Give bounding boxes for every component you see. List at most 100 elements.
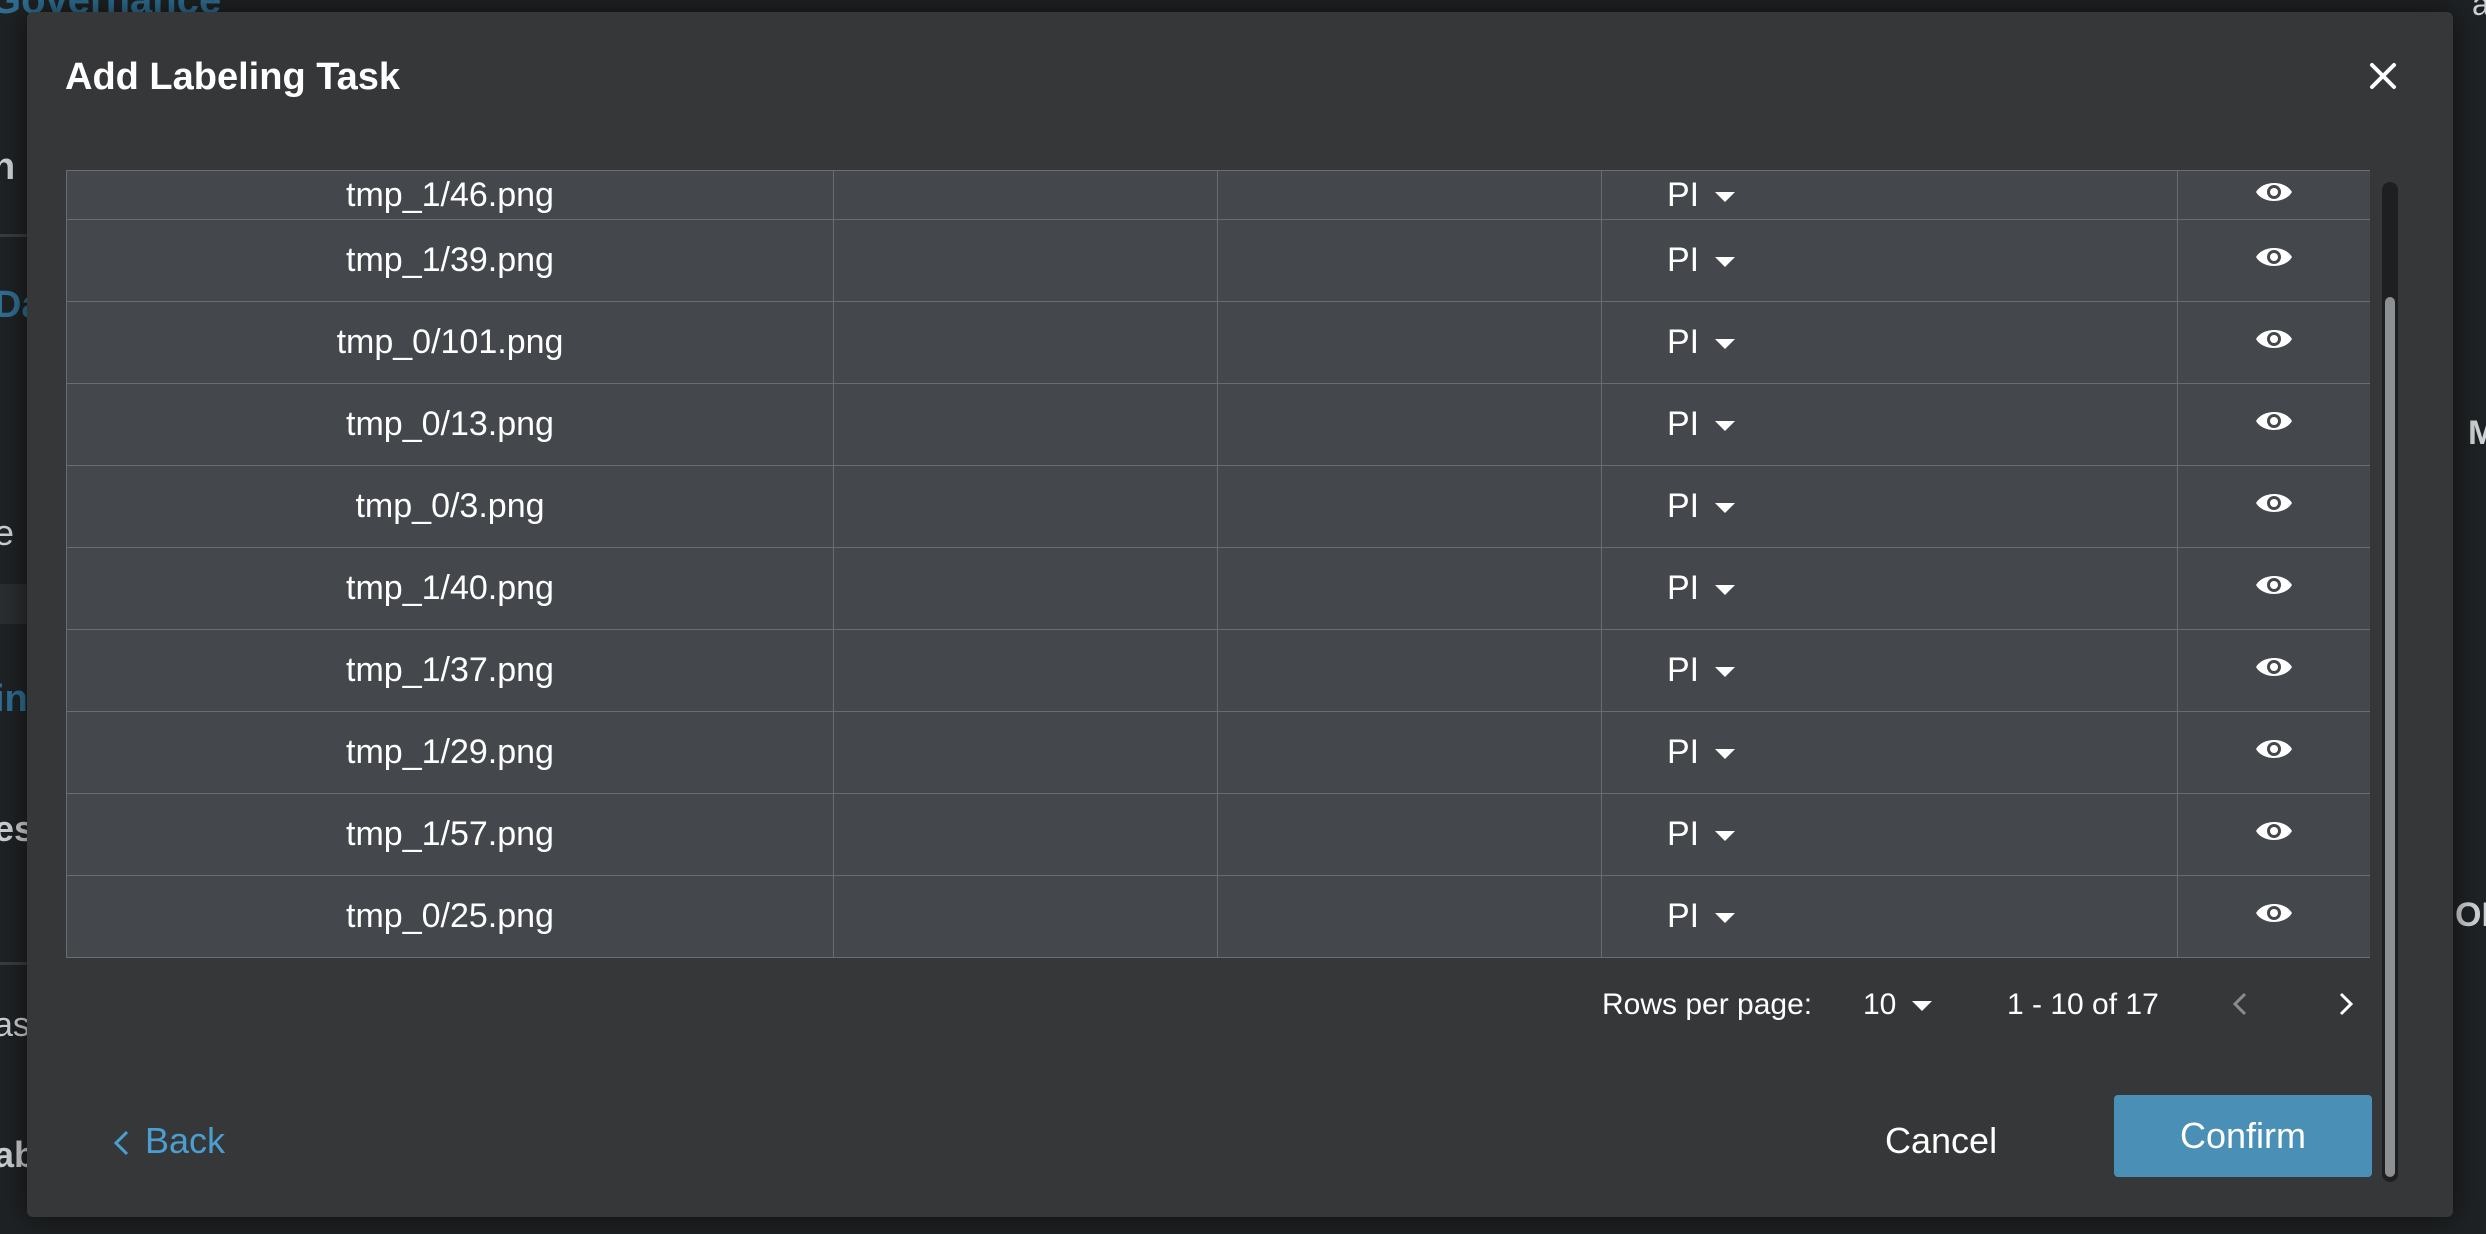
empty-cell: [1217, 219, 1602, 302]
eye-icon: [2256, 576, 2292, 594]
confirm-button[interactable]: Confirm: [2114, 1095, 2372, 1177]
caret-down-icon: [1715, 585, 1736, 596]
label-select[interactable]: PI: [1601, 465, 2178, 548]
background-fragment: alte: [2472, 0, 2486, 22]
file-name-cell: tmp_1/37.png: [66, 629, 834, 712]
label-value: PI: [1667, 175, 1700, 214]
background-fragment: OM: [2455, 896, 2486, 934]
empty-cell: [833, 383, 1218, 466]
file-name-cell: tmp_0/13.png: [66, 383, 834, 466]
close-button[interactable]: [2355, 48, 2411, 104]
table-row: tmp_1/46.png PI: [66, 170, 2370, 220]
preview-button[interactable]: [2177, 793, 2370, 876]
label-value: PI: [1667, 487, 1700, 525]
next-page-button[interactable]: [2333, 986, 2357, 1030]
empty-cell: [833, 219, 1218, 302]
label-value: PI: [1667, 897, 1700, 935]
cancel-button[interactable]: Cancel: [1885, 1120, 1997, 1162]
preview-button[interactable]: [2177, 547, 2370, 630]
eye-icon: [2256, 412, 2292, 430]
empty-cell: [1217, 383, 1602, 466]
preview-button[interactable]: [2177, 301, 2370, 384]
background-fragment: in: [0, 678, 28, 720]
preview-button[interactable]: [2177, 170, 2370, 220]
empty-cell: [1217, 711, 1602, 794]
files-table: tmp_1/46.png PI tmp_1/39.png PI tmp_0/10…: [66, 170, 2370, 970]
back-label: Back: [145, 1120, 226, 1161]
table-row: tmp_1/29.png PI: [66, 711, 2370, 794]
empty-cell: [1217, 629, 1602, 712]
file-name-cell: tmp_0/3.png: [66, 465, 834, 548]
label-value: PI: [1667, 733, 1700, 771]
file-name-cell: tmp_1/39.png: [66, 219, 834, 302]
background-fragment: M: [2468, 414, 2486, 452]
caret-down-icon: [1912, 1001, 1933, 1012]
caret-down-icon: [1715, 191, 1736, 202]
caret-down-icon: [1715, 749, 1736, 760]
rows-per-page-select[interactable]: 10: [1863, 988, 1933, 1022]
eye-icon: [2256, 658, 2292, 676]
caret-down-icon: [1715, 913, 1736, 924]
preview-button[interactable]: [2177, 465, 2370, 548]
empty-cell: [1217, 170, 1602, 220]
preview-button[interactable]: [2177, 629, 2370, 712]
empty-cell: [833, 711, 1218, 794]
preview-button[interactable]: [2177, 875, 2370, 958]
table-row: tmp_0/25.png PI: [66, 875, 2370, 958]
preview-button[interactable]: [2177, 219, 2370, 302]
empty-cell: [833, 465, 1218, 548]
previous-page-button[interactable]: [2229, 986, 2253, 1030]
chevron-left-icon: [113, 1131, 129, 1156]
label-select[interactable]: PI: [1601, 629, 2178, 712]
table-row: tmp_1/37.png PI: [66, 629, 2370, 712]
chevron-right-icon: [2339, 992, 2354, 1016]
eye-icon: [2256, 248, 2292, 266]
back-button[interactable]: Back: [111, 1120, 225, 1162]
label-select[interactable]: PI: [1601, 547, 2178, 630]
background-fragment: n: [0, 146, 16, 188]
label-select[interactable]: PI: [1601, 219, 2178, 302]
add-labeling-task-dialog: Add Labeling Task tmp_1/46.png PI tmp_1/: [27, 12, 2453, 1217]
caret-down-icon: [1715, 667, 1736, 678]
empty-cell: [1217, 793, 1602, 876]
empty-cell: [1217, 875, 1602, 958]
page-range: 1 - 10 of 17: [2007, 988, 2159, 1021]
empty-cell: [1217, 301, 1602, 384]
background-fragment: as: [0, 1006, 30, 1044]
rows-per-page-value: 10: [1863, 988, 1897, 1021]
preview-button[interactable]: [2177, 711, 2370, 794]
table-row: tmp_0/13.png PI: [66, 383, 2370, 466]
empty-cell: [1217, 547, 1602, 630]
close-icon: [2370, 63, 2396, 89]
caret-down-icon: [1715, 421, 1736, 432]
rows-per-page-label: Rows per page:: [1602, 988, 1813, 1021]
label-value: PI: [1667, 241, 1700, 279]
eye-icon: [2256, 904, 2292, 922]
eye-icon: [2256, 740, 2292, 758]
empty-cell: [833, 170, 1218, 220]
label-select[interactable]: PI: [1601, 875, 2178, 958]
file-name-cell: tmp_0/101.png: [66, 301, 834, 384]
eye-icon: [2256, 822, 2292, 840]
label-select[interactable]: PI: [1601, 301, 2178, 384]
table-row: tmp_0/101.png PI: [66, 301, 2370, 384]
label-select[interactable]: PI: [1601, 383, 2178, 466]
background-divider: [0, 584, 30, 624]
label-value: PI: [1667, 569, 1700, 607]
label-select[interactable]: PI: [1601, 170, 2178, 220]
preview-button[interactable]: [2177, 383, 2370, 466]
background-fragment: e: [0, 512, 15, 553]
label-select[interactable]: PI: [1601, 711, 2178, 794]
eye-icon: [2256, 494, 2292, 512]
table-row: tmp_1/39.png PI: [66, 219, 2370, 302]
file-name-cell: tmp_1/57.png: [66, 793, 834, 876]
empty-cell: [833, 875, 1218, 958]
label-value: PI: [1667, 651, 1700, 689]
empty-cell: [833, 547, 1218, 630]
caret-down-icon: [1715, 339, 1736, 350]
file-name-cell: tmp_0/25.png: [66, 875, 834, 958]
label-value: PI: [1667, 323, 1700, 361]
scrollbar-thumb[interactable]: [2385, 297, 2395, 1177]
label-select[interactable]: PI: [1601, 793, 2178, 876]
empty-cell: [1217, 465, 1602, 548]
